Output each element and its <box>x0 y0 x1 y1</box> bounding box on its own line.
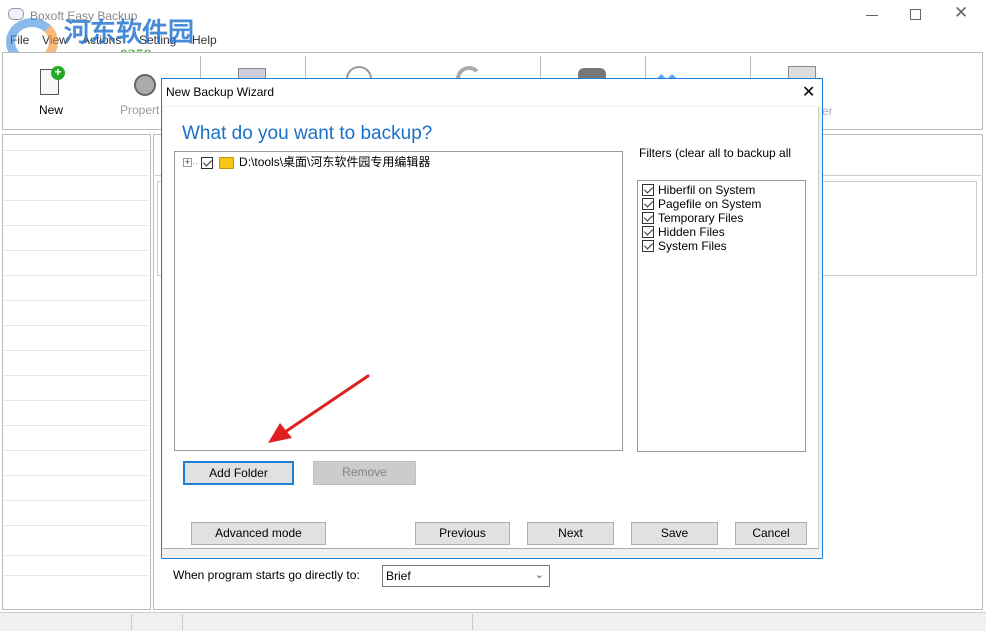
annotation-arrow <box>268 374 370 443</box>
arrow-shaft <box>283 374 370 434</box>
arrow-head <box>268 423 292 443</box>
